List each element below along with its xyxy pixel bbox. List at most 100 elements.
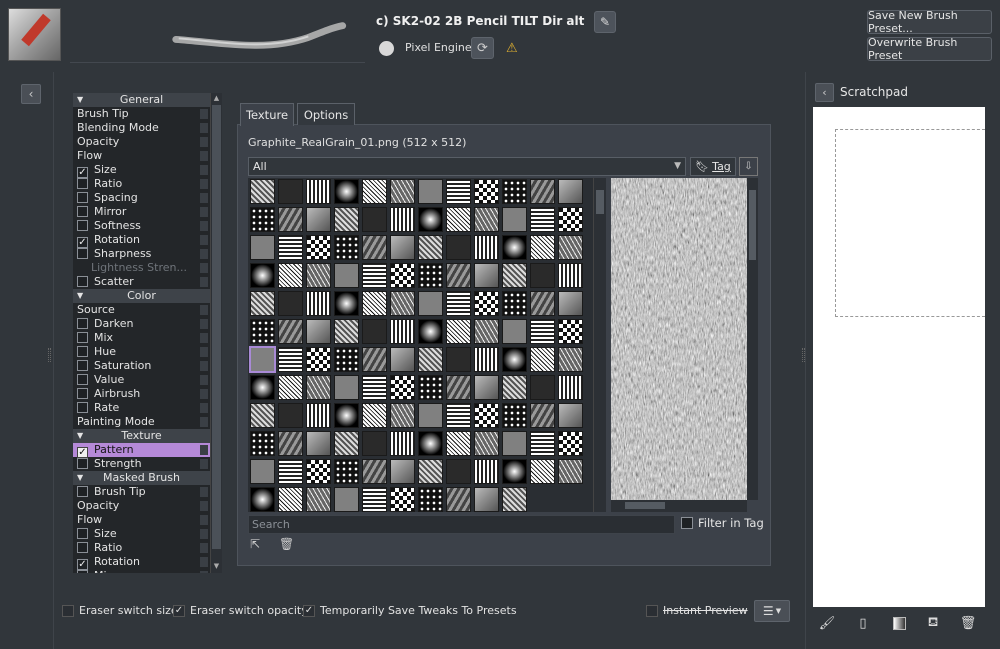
checkbox[interactable]: [77, 458, 88, 469]
pattern-tile[interactable]: [250, 459, 275, 484]
pattern-tile[interactable]: [250, 207, 275, 232]
pattern-tile[interactable]: [250, 375, 275, 400]
pattern-tile[interactable]: [250, 319, 275, 344]
pattern-tile[interactable]: [278, 319, 303, 344]
pattern-tile[interactable]: [306, 459, 331, 484]
pattern-tile[interactable]: [306, 319, 331, 344]
instant-preview-checkbox[interactable]: Instant Preview: [646, 604, 748, 617]
eraser-switch-size-checkbox[interactable]: Eraser switch size: [62, 604, 178, 617]
pattern-tile[interactable]: [530, 179, 555, 204]
pattern-tile[interactable]: [446, 291, 471, 316]
checkbox[interactable]: [681, 517, 693, 529]
options-list-item[interactable]: Mirror: [73, 205, 210, 219]
pattern-tile[interactable]: [390, 179, 415, 204]
pattern-tile[interactable]: [446, 263, 471, 288]
options-list-item[interactable]: Darken: [73, 317, 210, 331]
pattern-tile[interactable]: [502, 235, 527, 260]
checkbox[interactable]: [77, 570, 88, 573]
pattern-tile[interactable]: [306, 375, 331, 400]
pattern-tile[interactable]: [474, 291, 499, 316]
pattern-tile[interactable]: [474, 431, 499, 456]
pattern-tile[interactable]: [362, 291, 387, 316]
pattern-tile[interactable]: [306, 235, 331, 260]
pattern-tile[interactable]: [502, 431, 527, 456]
pattern-tile[interactable]: [558, 431, 583, 456]
pattern-tile[interactable]: [306, 347, 331, 372]
pattern-tile[interactable]: [418, 235, 443, 260]
pattern-tile[interactable]: [362, 459, 387, 484]
pattern-tile[interactable]: [249, 346, 276, 373]
pattern-tile[interactable]: [250, 291, 275, 316]
preview-vertical-scrollbar[interactable]: [747, 178, 758, 500]
options-list-item[interactable]: Value: [73, 373, 210, 387]
pattern-tile[interactable]: [334, 263, 359, 288]
pattern-tile[interactable]: [278, 207, 303, 232]
storage-button[interactable]: ⇩: [739, 157, 758, 176]
options-list-item[interactable]: ✓ Rotation: [73, 555, 210, 570]
pattern-tile[interactable]: [278, 403, 303, 428]
save-new-preset-button[interactable]: Save New Brush Preset...: [867, 9, 992, 35]
options-list-item[interactable]: Airbrush: [73, 387, 210, 401]
options-list-item[interactable]: Size: [73, 527, 210, 541]
pattern-tile[interactable]: [418, 207, 443, 232]
pattern-tile[interactable]: [250, 487, 275, 512]
pattern-tile[interactable]: [418, 291, 443, 316]
pattern-tile[interactable]: [250, 403, 275, 428]
checkbox[interactable]: [77, 220, 88, 231]
pattern-tile[interactable]: [502, 347, 527, 372]
pattern-tile[interactable]: [390, 291, 415, 316]
delete-resource-button[interactable]: 🗑︎: [279, 537, 295, 553]
pattern-tile[interactable]: [306, 207, 331, 232]
checkbox[interactable]: ✓: [173, 604, 185, 617]
options-list-item[interactable]: Rate: [73, 401, 210, 415]
scratch-brush-button[interactable]: 🖌︎: [818, 614, 836, 632]
pattern-tile[interactable]: [502, 179, 527, 204]
checkbox[interactable]: [77, 206, 88, 217]
checkbox[interactable]: [77, 332, 88, 343]
pattern-tile[interactable]: [362, 235, 387, 260]
pattern-tile[interactable]: [250, 179, 275, 204]
options-list-item[interactable]: Softness: [73, 219, 210, 233]
pattern-tile[interactable]: [390, 235, 415, 260]
pattern-tile[interactable]: [418, 487, 443, 512]
pattern-tile[interactable]: [334, 207, 359, 232]
pattern-tile[interactable]: [474, 179, 499, 204]
pattern-tile[interactable]: [558, 179, 583, 204]
pattern-tile[interactable]: [502, 263, 527, 288]
pattern-tile[interactable]: [334, 375, 359, 400]
pattern-tile[interactable]: [502, 291, 527, 316]
pattern-tile[interactable]: [558, 319, 583, 344]
pattern-tile[interactable]: [446, 403, 471, 428]
checkbox[interactable]: [77, 276, 88, 287]
pattern-tile[interactable]: [502, 487, 527, 512]
pattern-tile[interactable]: [362, 431, 387, 456]
pattern-tile[interactable]: [474, 347, 499, 372]
pattern-tile[interactable]: [530, 403, 555, 428]
save-tweaks-checkbox[interactable]: ✓ Temporarily Save Tweaks To Presets: [303, 604, 517, 617]
checkbox[interactable]: [646, 604, 658, 617]
pattern-tile[interactable]: [390, 375, 415, 400]
pattern-tile[interactable]: [418, 375, 443, 400]
import-resource-button[interactable]: ⇱: [250, 537, 268, 553]
checkbox[interactable]: [77, 388, 88, 399]
options-list-item[interactable]: Saturation: [73, 359, 210, 373]
pattern-tile[interactable]: [362, 403, 387, 428]
pattern-tile[interactable]: [418, 403, 443, 428]
pattern-tile[interactable]: [502, 403, 527, 428]
splitter-handle[interactable]: [48, 348, 51, 362]
pattern-tile[interactable]: [474, 319, 499, 344]
pattern-tile[interactable]: [474, 235, 499, 260]
pattern-tile[interactable]: [446, 487, 471, 512]
options-scrollbar[interactable]: ▲ ▼: [210, 93, 222, 573]
options-list-item[interactable]: ✓ Size: [73, 163, 210, 178]
pattern-tile[interactable]: [502, 207, 527, 232]
pattern-tile[interactable]: [530, 459, 555, 484]
options-list-item[interactable]: Sharpness: [73, 247, 210, 261]
pattern-tile[interactable]: [502, 375, 527, 400]
pattern-tile[interactable]: [334, 291, 359, 316]
pattern-tile[interactable]: [558, 263, 583, 288]
pattern-tile[interactable]: [474, 403, 499, 428]
pattern-tile[interactable]: [306, 487, 331, 512]
pattern-tile[interactable]: [334, 235, 359, 260]
pattern-tile[interactable]: [278, 347, 303, 372]
